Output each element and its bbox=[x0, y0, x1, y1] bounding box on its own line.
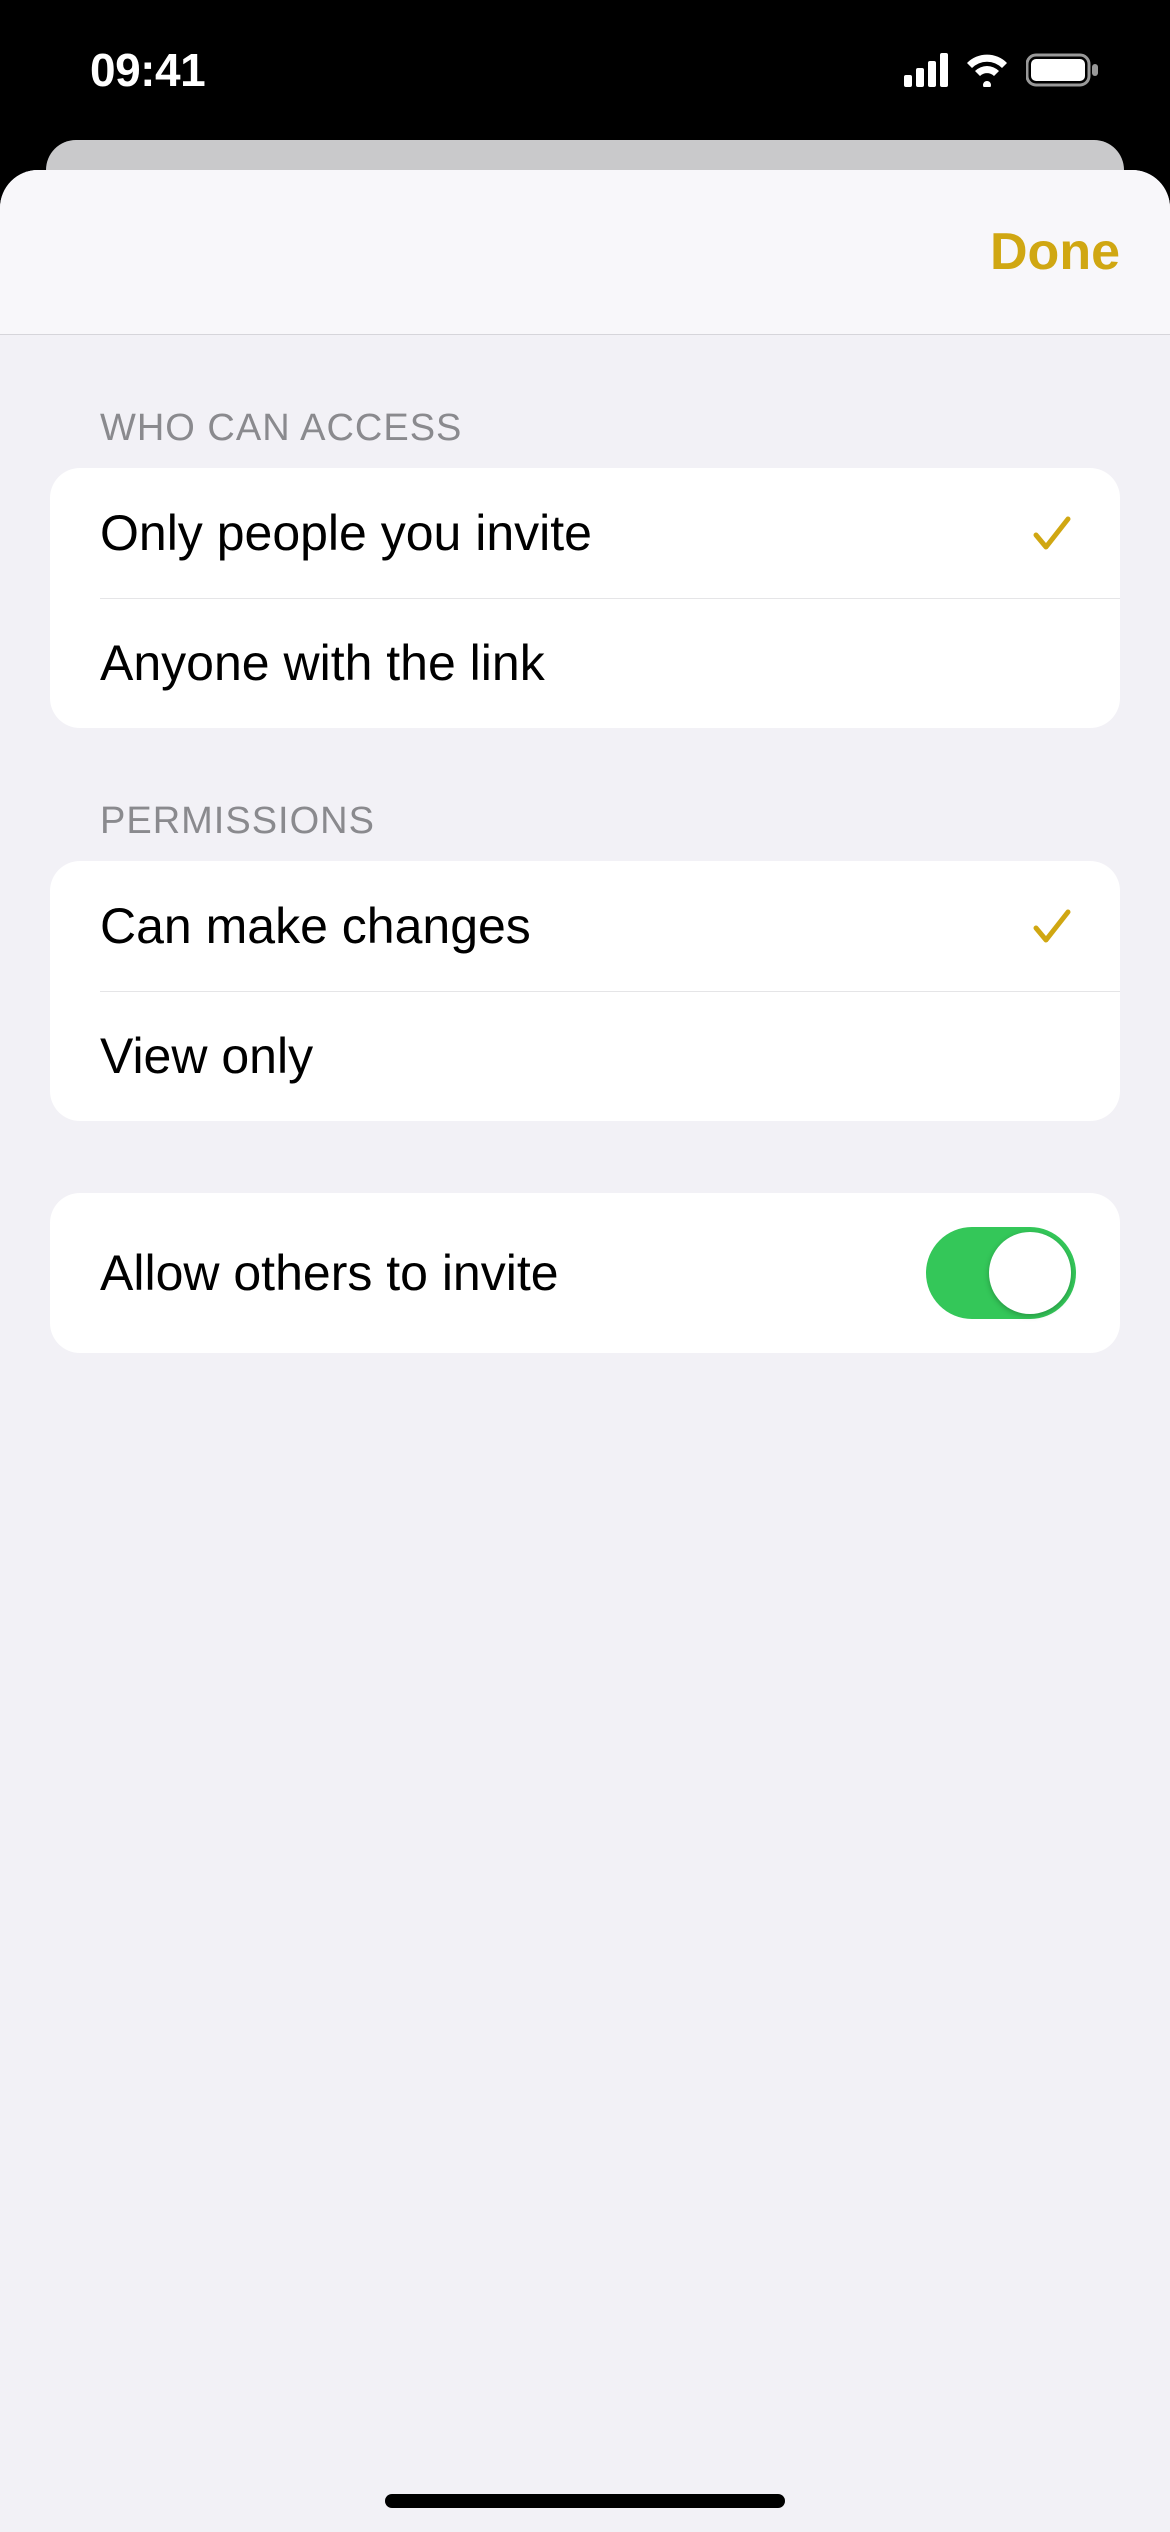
access-group: Only people you invite Anyone with the l… bbox=[50, 468, 1120, 728]
permissions-section-header: PERMISSIONS bbox=[50, 728, 1120, 861]
option-label: Anyone with the link bbox=[100, 634, 545, 692]
option-label: Only people you invite bbox=[100, 504, 592, 562]
permission-option-view-only[interactable]: View only bbox=[50, 991, 1120, 1121]
option-label: Can make changes bbox=[100, 897, 531, 955]
access-option-invite-only[interactable]: Only people you invite bbox=[50, 468, 1120, 598]
modal-header: Done bbox=[0, 170, 1170, 335]
share-options-modal: Done WHO CAN ACCESS Only people you invi… bbox=[0, 170, 1170, 2532]
checkmark-icon bbox=[1028, 902, 1076, 950]
status-time: 09:41 bbox=[90, 43, 205, 97]
cellular-signal-icon bbox=[904, 53, 948, 87]
home-indicator[interactable] bbox=[385, 2494, 785, 2508]
modal-content: WHO CAN ACCESS Only people you invite An… bbox=[0, 335, 1170, 2532]
option-label: View only bbox=[100, 1027, 313, 1085]
wifi-icon bbox=[964, 53, 1010, 87]
status-icons bbox=[904, 52, 1100, 88]
checkmark-icon bbox=[1028, 509, 1076, 557]
status-bar: 09:41 bbox=[0, 0, 1170, 140]
done-button[interactable]: Done bbox=[990, 222, 1120, 282]
allow-others-invite-row: Allow others to invite bbox=[50, 1193, 1120, 1353]
allow-invite-toggle[interactable] bbox=[926, 1227, 1076, 1319]
toggle-label: Allow others to invite bbox=[100, 1244, 559, 1302]
permission-option-edit[interactable]: Can make changes bbox=[50, 861, 1120, 991]
access-option-anyone-link[interactable]: Anyone with the link bbox=[50, 598, 1120, 728]
invite-group: Allow others to invite bbox=[50, 1193, 1120, 1353]
access-section-header: WHO CAN ACCESS bbox=[50, 335, 1120, 468]
permissions-group: Can make changes View only bbox=[50, 861, 1120, 1121]
battery-icon bbox=[1026, 52, 1100, 88]
toggle-knob bbox=[989, 1232, 1071, 1314]
